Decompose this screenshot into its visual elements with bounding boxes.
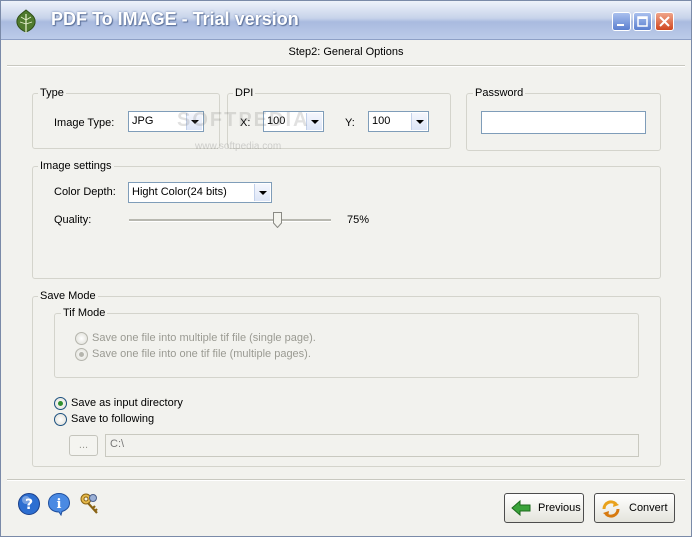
footer-divider	[7, 479, 685, 481]
output-path-input[interactable]: C:\	[105, 434, 639, 457]
info-icon[interactable]: i	[47, 492, 71, 516]
help-icon[interactable]: ?	[17, 492, 41, 516]
radio-circle-selected[interactable]	[75, 348, 88, 361]
window-title: PDF To IMAGE - Trial version	[51, 9, 299, 29]
image-type-label: Image Type:	[54, 117, 115, 129]
dpi-y-value: 100	[372, 115, 391, 127]
dpi-y-select[interactable]: 100	[368, 111, 429, 132]
header-divider	[7, 65, 685, 67]
tif-single-page-label: Save one file into multiple tif file (si…	[92, 332, 316, 344]
radio-circle[interactable]	[75, 332, 88, 345]
maximize-button[interactable]	[633, 12, 652, 31]
save-to-following-label: Save to following	[71, 413, 155, 425]
color-depth-select[interactable]: Hight Color(24 bits)	[128, 182, 272, 203]
register-key-icon[interactable]	[78, 492, 102, 516]
color-depth-value: Hight Color(24 bits)	[132, 186, 227, 198]
radio-circle-selected[interactable]	[54, 397, 67, 410]
dpi-y-label: Y:	[345, 117, 355, 129]
quality-slider-thumb[interactable]	[273, 212, 282, 228]
softpedia-watermark-url: www.softpedia.com	[195, 141, 282, 152]
quality-slider-track[interactable]	[129, 219, 331, 222]
image-settings-label: Image settings	[38, 160, 114, 172]
type-group-label: Type	[38, 87, 66, 99]
dpi-group-label: DPI	[233, 87, 256, 99]
leaf-app-icon	[16, 9, 36, 33]
maximize-icon	[637, 16, 648, 27]
softpedia-watermark: SOFTPEDIA	[177, 109, 310, 131]
password-input[interactable]	[481, 111, 646, 134]
step-header: Step2: General Options	[288, 46, 404, 58]
close-icon	[659, 16, 670, 27]
tif-mode-label: Tif Mode	[61, 307, 108, 319]
title-bar[interactable]: PDF To IMAGE - Trial version	[1, 1, 691, 40]
minimize-button[interactable]	[612, 12, 631, 31]
browse-button[interactable]: ...	[69, 435, 98, 456]
minimize-icon	[617, 24, 624, 26]
previous-label: Previous	[538, 502, 581, 514]
radio-circle[interactable]	[54, 413, 67, 426]
save-mode-label: Save Mode	[38, 290, 98, 302]
tif-multi-page-label: Save one file into one tif file (multipl…	[92, 348, 311, 360]
svg-text:i: i	[57, 497, 62, 512]
convert-label: Convert	[629, 502, 668, 514]
chevron-down-icon[interactable]	[254, 184, 270, 201]
app-window: PDF To IMAGE - Trial version Step2: Gene…	[0, 0, 692, 537]
color-depth-label: Color Depth:	[54, 186, 116, 198]
previous-button[interactable]: Previous	[504, 493, 584, 523]
convert-button[interactable]: Convert	[594, 493, 675, 523]
image-type-value: JPG	[132, 115, 154, 127]
password-group-label: Password	[473, 87, 526, 99]
svg-text:?: ?	[25, 497, 33, 513]
quality-label: Quality:	[54, 214, 92, 226]
tif-mode-group	[54, 313, 639, 378]
quality-value: 75%	[347, 214, 370, 226]
close-button[interactable]	[655, 12, 674, 31]
convert-icon	[602, 500, 620, 518]
save-input-directory-label: Save as input directory	[71, 397, 183, 409]
arrow-left-icon	[511, 500, 531, 516]
chevron-down-icon[interactable]	[411, 113, 427, 130]
